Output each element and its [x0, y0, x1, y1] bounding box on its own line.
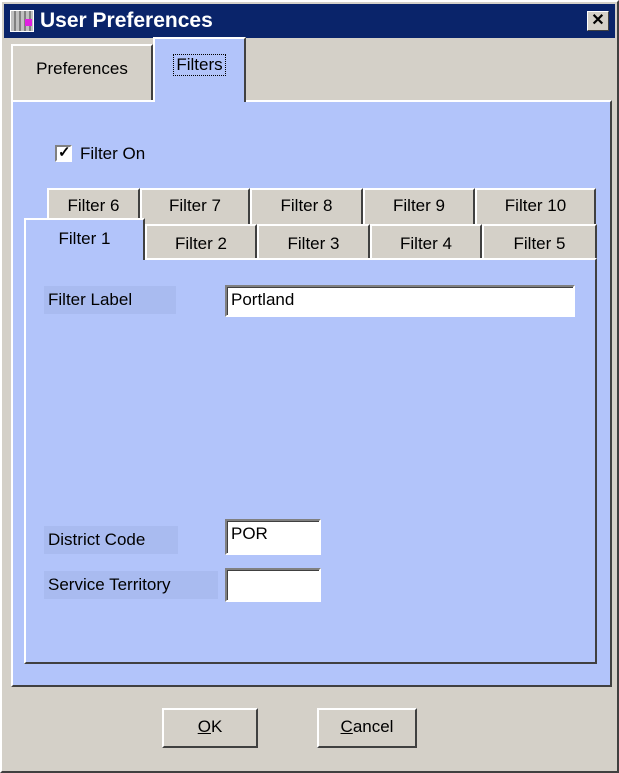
tab-filter-1[interactable]: Filter 1	[24, 218, 145, 260]
filter-label-label: Filter Label	[44, 286, 176, 314]
window-title: User Preferences	[40, 9, 213, 32]
tab-filters-label: Filters	[173, 54, 226, 76]
close-icon[interactable]: ✕	[587, 11, 609, 31]
ok-button[interactable]: OK	[162, 708, 258, 748]
ok-label-rest: K	[210, 717, 223, 736]
cancel-button[interactable]: Cancel	[317, 708, 417, 748]
tab-filter-9[interactable]: Filter 9	[363, 188, 475, 228]
ok-mnemonic: O	[197, 717, 211, 736]
service-territory-input[interactable]	[225, 568, 321, 602]
district-code-label: District Code	[44, 526, 178, 554]
tab-preferences[interactable]: Preferences	[11, 44, 153, 100]
tab-filters[interactable]: Filters	[153, 37, 246, 102]
district-code-input[interactable]: POR	[225, 519, 321, 555]
filter-label-input[interactable]: Portland	[225, 285, 575, 317]
tab-filter-10[interactable]: Filter 10	[475, 188, 596, 228]
filter-on-checkbox[interactable]: ✓	[55, 144, 72, 162]
tab-filter-2[interactable]: Filter 2	[145, 224, 257, 260]
filter-1-panel	[24, 258, 597, 664]
check-icon: ✓	[58, 144, 71, 161]
app-icon	[10, 10, 34, 32]
tab-filter-3[interactable]: Filter 3	[257, 224, 370, 260]
user-preferences-dialog: User Preferences ✕ Preferences Filters ✓…	[0, 0, 619, 773]
tab-filter-8[interactable]: Filter 8	[250, 188, 363, 228]
service-territory-label: Service Territory	[44, 571, 218, 599]
title-bar[interactable]: User Preferences ✕	[4, 4, 615, 38]
cancel-mnemonic: C	[340, 717, 353, 736]
tab-filter-5[interactable]: Filter 5	[482, 224, 597, 260]
cancel-label-rest: ancel	[352, 717, 394, 736]
tab-filter-4[interactable]: Filter 4	[370, 224, 482, 260]
tab-preferences-label: Preferences	[36, 59, 128, 78]
filter-on-label[interactable]: Filter On	[80, 142, 145, 166]
tab-filter-7[interactable]: Filter 7	[140, 188, 250, 228]
